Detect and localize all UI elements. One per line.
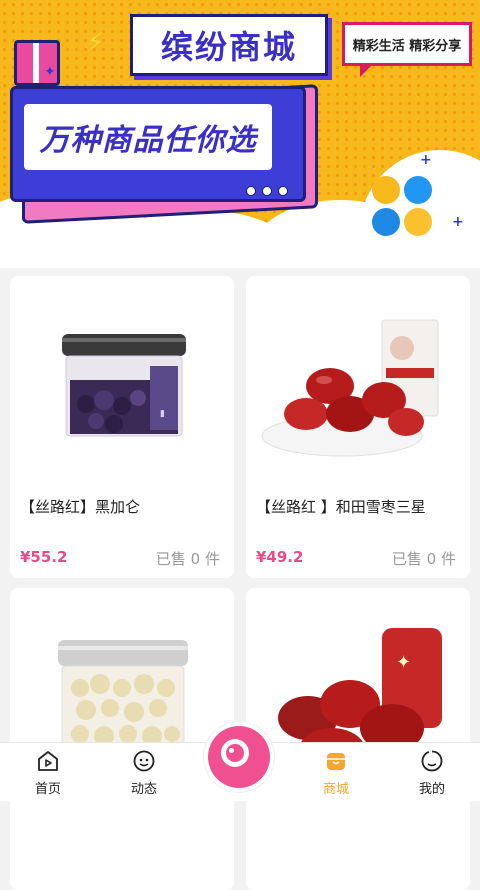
svg-text:▮: ▮ xyxy=(160,409,165,419)
sold-count: 已售 0 件 xyxy=(391,550,456,568)
bubble-dots xyxy=(246,186,288,196)
tab-moments[interactable]: 动态 xyxy=(96,743,192,801)
tab-home[interactable]: 首页 xyxy=(0,743,96,801)
tab-label: 动态 xyxy=(130,782,157,797)
sold-count: 已售 0 件 xyxy=(155,550,220,568)
home-play-icon xyxy=(38,751,58,771)
product-name: 【丝路红 】和田雪枣三星 xyxy=(256,498,426,516)
product-card[interactable]: 【丝路红 】和田雪枣三星 ¥49.2 已售 0 件 xyxy=(246,276,470,578)
profile-icon xyxy=(421,750,443,772)
sparkle-icon: + xyxy=(420,152,432,168)
promo-banner[interactable]: ⚡ ✦ + + 缤纷商城 精彩生活 精彩分享 万种商品任你选 xyxy=(0,0,480,268)
product-price: ¥55.2 xyxy=(20,548,68,566)
banner-tagline-box: 精彩生活 精彩分享 xyxy=(342,22,472,66)
banner-tagline: 精彩生活 精彩分享 xyxy=(352,38,462,54)
lightning-icon: ⚡ xyxy=(86,28,105,58)
banner-title-box: 缤纷商城 xyxy=(130,14,328,76)
shop-icon xyxy=(327,753,345,770)
tab-label: 我的 xyxy=(418,782,445,797)
sparkle-icon: + xyxy=(452,214,464,230)
center-publish-button[interactable] xyxy=(204,722,274,792)
product-price: ¥49.2 xyxy=(256,548,304,566)
banner-slogan: 万种商品任你选 xyxy=(39,123,257,158)
banner-title: 缤纷商城 xyxy=(160,28,297,66)
tab-profile[interactable]: 我的 xyxy=(384,743,480,801)
tab-label: 商城 xyxy=(322,782,349,797)
product-card[interactable]: ✦ xyxy=(246,588,470,890)
product-card[interactable]: ▮ 【丝路红】黑加仑 ¥55.2 已售 0 件 xyxy=(10,276,234,578)
tab-label: 首页 xyxy=(34,782,61,797)
product-image-jujube xyxy=(261,319,439,457)
sparkle-icon: ✦ xyxy=(44,64,56,80)
speech-bubble-inner: 万种商品任你选 xyxy=(24,104,272,170)
app-logo-icon xyxy=(372,176,434,238)
tab-shop[interactable]: 商城 xyxy=(288,743,384,801)
product-name: 【丝路红】黑加仑 xyxy=(20,498,141,516)
product-image-blackcurrant: ▮ xyxy=(62,334,186,437)
product-card[interactable] xyxy=(10,588,234,890)
svg-text:✦: ✦ xyxy=(396,652,411,673)
chat-icon xyxy=(133,750,155,772)
tagline-tail xyxy=(360,63,374,77)
